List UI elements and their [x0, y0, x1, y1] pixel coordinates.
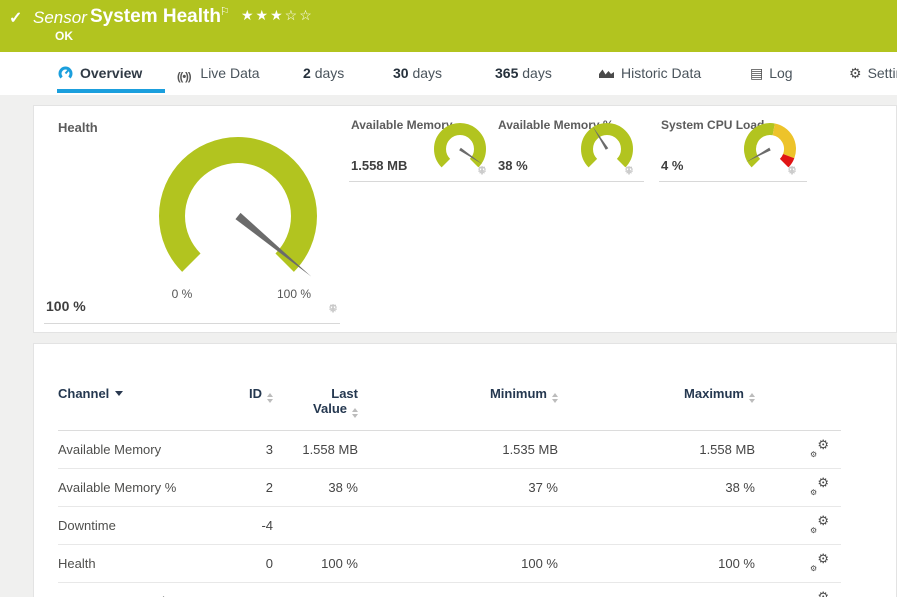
tab-2-days[interactable]: 2 days	[303, 65, 344, 81]
tab-365-days[interactable]: 365 days	[495, 65, 552, 81]
active-tab-underline	[57, 89, 165, 93]
log-icon: ▤	[750, 65, 763, 81]
pin-icon[interactable]	[477, 166, 487, 176]
channel-table-panel: Channel ID LastValue Minimum Maximum Ava…	[33, 343, 897, 597]
channel-settings-gears-icon[interactable]: ⚙⚙	[810, 440, 829, 456]
tab-number: 30	[393, 65, 409, 81]
gauge-tile-system-cpu-load: System CPU Load 4 % ⚙	[659, 118, 807, 182]
gauge-title: Health	[58, 120, 98, 135]
sort-icon	[749, 393, 755, 403]
sensor-title: System Health	[90, 6, 221, 28]
tab-label: Historic Data	[621, 65, 701, 81]
channel-settings-gears-icon[interactable]: ⚙⚙	[810, 592, 829, 597]
table-row[interactable]: System CPU Load 1 4 % 4 % 12 % ⚙⚙	[58, 583, 841, 597]
channel-minimum: 1.535 MB	[358, 431, 558, 469]
channel-maximum: 1.558 MB	[558, 431, 755, 469]
channel-id: -4	[238, 507, 273, 545]
broadcast-icon: ((•))	[177, 71, 191, 83]
area-chart-icon	[598, 66, 615, 83]
channel-settings-gears-icon[interactable]: ⚙⚙	[810, 478, 829, 494]
object-kind-label: Sensor	[33, 8, 87, 28]
gauge-scale-max: 100 %	[269, 287, 319, 301]
gauge-tile-available-memory-pct: Available Memory % 38 % ⚙	[496, 118, 644, 182]
gauge-icon	[57, 65, 74, 83]
gear-icon: ⚙	[849, 65, 862, 81]
table-row[interactable]: Downtime -4 ⚙⚙	[58, 507, 841, 545]
tab-label: days	[522, 65, 552, 81]
channel-name[interactable]: Available Memory %	[58, 469, 238, 507]
channel-last-value	[273, 507, 358, 545]
tab-label: Overview	[80, 65, 142, 81]
gauge-tile-health: Health 0 % 100 % 100 % ⚙	[44, 114, 340, 324]
column-header-maximum[interactable]: Maximum	[558, 372, 755, 431]
tab-bar: Overview ((•)) Live Data 2 days 30 days …	[0, 52, 897, 95]
sensor-status-text: OK	[55, 29, 73, 43]
table-row[interactable]: Available Memory % 2 38 % 37 % 38 % ⚙⚙	[58, 469, 841, 507]
tab-number: 365	[495, 65, 518, 81]
channel-minimum: 100 %	[358, 545, 558, 583]
channel-maximum: 38 %	[558, 469, 755, 507]
gauge-value: 4 %	[661, 158, 683, 173]
sort-desc-icon	[115, 391, 123, 396]
gauge-tile-available-memory: Available Memory 1.558 MB ⚙	[349, 118, 497, 182]
channel-id: 3	[238, 431, 273, 469]
sensor-header: ✓ Sensor System Health ⚐ ★★★☆☆ OK	[0, 0, 897, 52]
channel-last-value: 1.558 MB	[273, 431, 358, 469]
channel-maximum	[558, 507, 755, 545]
gauge-value: 38 %	[498, 158, 528, 173]
tab-label: days	[315, 65, 345, 81]
tab-label: days	[412, 65, 442, 81]
tab-live-data[interactable]: ((•)) Live Data	[177, 65, 260, 83]
status-ok-check-icon: ✓	[9, 8, 22, 28]
table-row[interactable]: Available Memory 3 1.558 MB 1.535 MB 1.5…	[58, 431, 841, 469]
workspace: Health 0 % 100 % 100 % ⚙ Available Memor…	[0, 95, 897, 597]
channel-id: 2	[238, 469, 273, 507]
gauge-value: 1.558 MB	[351, 158, 407, 173]
tab-30-days[interactable]: 30 days	[393, 65, 442, 81]
tab-label: Live Data	[200, 65, 259, 81]
flag-icon[interactable]: ⚐	[220, 5, 230, 18]
gauge-value: 100 %	[46, 298, 86, 314]
pin-icon[interactable]	[624, 166, 634, 176]
prtg-sensor-page: ✓ Sensor System Health ⚐ ★★★☆☆ OK Overvi…	[0, 0, 911, 597]
channel-minimum: 37 %	[358, 469, 558, 507]
tab-number: 2	[303, 65, 311, 81]
channel-settings-gears-icon[interactable]: ⚙⚙	[810, 554, 829, 570]
gauges-panel: Health 0 % 100 % 100 % ⚙ Available Memor…	[33, 105, 897, 333]
channel-settings-gears-icon[interactable]: ⚙⚙	[810, 516, 829, 532]
pin-icon[interactable]	[328, 304, 338, 314]
sort-icon	[267, 393, 273, 403]
gauge-scale-min: 0 %	[157, 287, 207, 301]
channel-last-value: 100 %	[273, 545, 358, 583]
column-header-channel[interactable]: Channel	[58, 372, 238, 431]
column-header-minimum[interactable]: Minimum	[358, 372, 558, 431]
channel-last-value: 38 %	[273, 469, 358, 507]
channel-minimum: 4 %	[358, 583, 558, 597]
channel-minimum	[358, 507, 558, 545]
column-header-id[interactable]: ID	[238, 372, 273, 431]
channel-name[interactable]: Downtime	[58, 507, 238, 545]
right-gutter	[897, 0, 911, 597]
channel-last-value: 4 %	[273, 583, 358, 597]
table-row[interactable]: Health 0 100 % 100 % 100 % ⚙⚙	[58, 545, 841, 583]
channel-id: 1	[238, 583, 273, 597]
tab-log[interactable]: ▤ Log	[750, 65, 793, 82]
tab-label: Log	[769, 65, 792, 81]
tab-overview[interactable]: Overview	[57, 65, 142, 83]
channel-id: 0	[238, 545, 273, 583]
channel-maximum: 12 %	[558, 583, 755, 597]
channel-maximum: 100 %	[558, 545, 755, 583]
column-header-last-value[interactable]: LastValue	[273, 372, 358, 431]
tab-historic-data[interactable]: Historic Data	[598, 65, 701, 83]
health-gauge[interactable]	[143, 111, 343, 289]
channel-name[interactable]: Health	[58, 545, 238, 583]
sort-icon	[552, 393, 558, 403]
pin-icon[interactable]	[787, 166, 797, 176]
channel-table: Channel ID LastValue Minimum Maximum Ava…	[58, 372, 841, 597]
priority-stars[interactable]: ★★★☆☆	[241, 7, 314, 24]
channel-name[interactable]: Available Memory	[58, 431, 238, 469]
channel-name[interactable]: System CPU Load	[58, 583, 238, 597]
column-header-settings	[755, 372, 841, 431]
sort-icon	[352, 408, 358, 418]
